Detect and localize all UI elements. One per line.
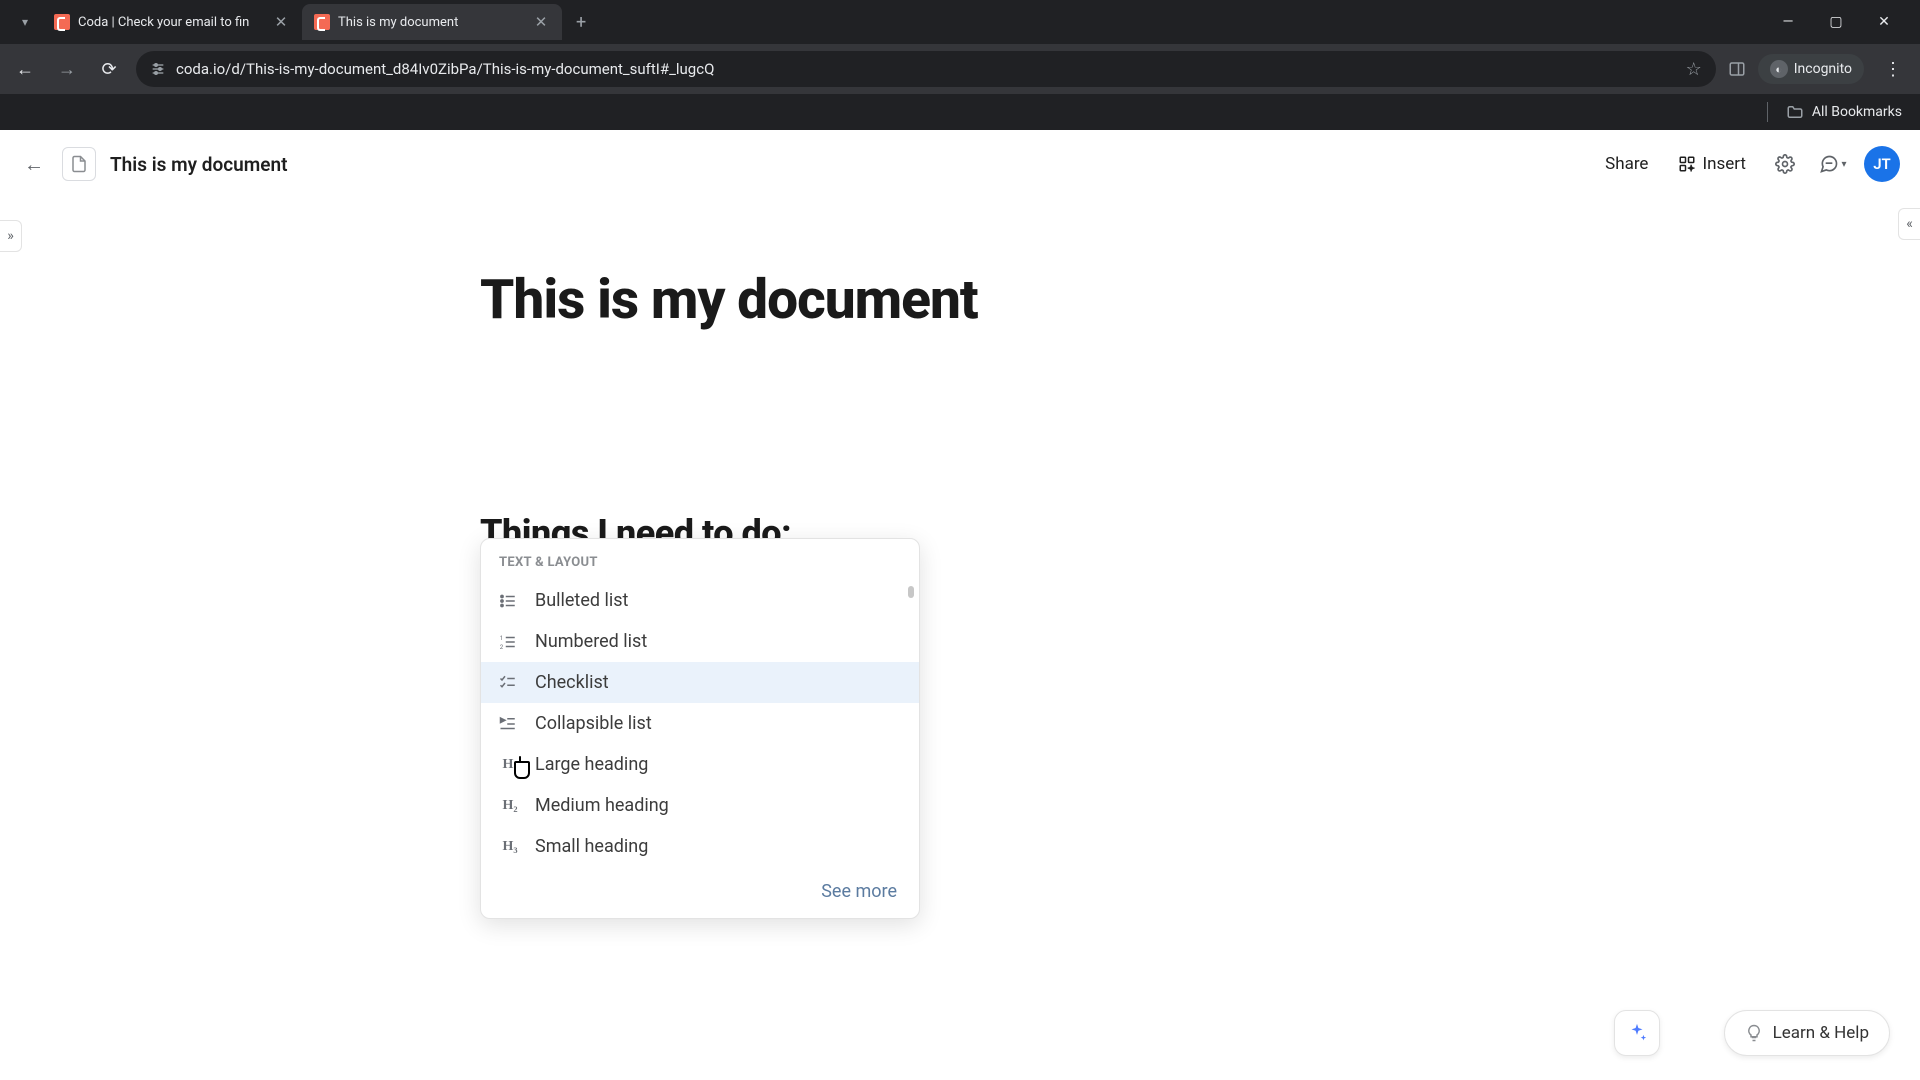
folder-icon bbox=[1786, 103, 1804, 121]
browser-menu-button[interactable]: ⋮ bbox=[1876, 59, 1910, 80]
all-bookmarks-link[interactable]: All Bookmarks bbox=[1812, 104, 1902, 120]
svg-text:1: 1 bbox=[500, 634, 503, 641]
svg-text:2: 2 bbox=[500, 643, 504, 650]
expand-sidebar-right-button[interactable]: « bbox=[1898, 208, 1920, 240]
close-window-button[interactable]: ✕ bbox=[1872, 14, 1896, 30]
menu-item-checklist[interactable]: Checklist bbox=[481, 662, 919, 703]
settings-button[interactable] bbox=[1768, 147, 1802, 181]
url-bar[interactable]: coda.io/d/This-is-my-document_d84Iv0ZibP… bbox=[136, 51, 1716, 87]
chevron-down-icon: ▾ bbox=[1841, 159, 1846, 170]
page-title[interactable]: This is my document bbox=[480, 268, 1440, 332]
menu-item-label: Collapsible list bbox=[535, 713, 652, 734]
document-title[interactable]: This is my document bbox=[110, 153, 288, 176]
site-settings-icon[interactable] bbox=[150, 61, 166, 77]
bulleted-list-icon bbox=[499, 592, 521, 610]
lightbulb-icon bbox=[1745, 1024, 1763, 1042]
side-panel-icon[interactable] bbox=[1728, 60, 1746, 78]
h3-icon: H₃ bbox=[499, 839, 521, 855]
bookmarks-bar: All Bookmarks bbox=[0, 94, 1920, 130]
incognito-badge[interactable]: ◐ Incognito bbox=[1758, 54, 1864, 84]
reload-button[interactable]: ⟳ bbox=[94, 54, 124, 84]
browser-tab[interactable]: Coda | Check your email to fin ✕ bbox=[42, 4, 302, 40]
nav-bar: ← → ⟳ coda.io/d/This-is-my-document_d84I… bbox=[0, 44, 1920, 94]
see-more-link[interactable]: See more bbox=[481, 867, 919, 918]
scrollbar-thumb[interactable] bbox=[908, 586, 914, 598]
insert-button[interactable]: Insert bbox=[1670, 148, 1754, 180]
menu-item-collapsible-list[interactable]: Collapsible list bbox=[481, 703, 919, 744]
h1-icon: H₁ bbox=[499, 757, 521, 773]
ai-assist-button[interactable] bbox=[1614, 1010, 1660, 1056]
tab-title: This is my document bbox=[338, 15, 524, 30]
coda-favicon-icon bbox=[314, 14, 330, 30]
incognito-icon: ◐ bbox=[1770, 60, 1788, 78]
avatar[interactable]: JT bbox=[1864, 146, 1900, 182]
forward-button[interactable]: → bbox=[52, 54, 82, 84]
app-header: ← This is my document Share Insert ▾ JT bbox=[0, 130, 1920, 198]
insert-grid-icon bbox=[1678, 155, 1696, 173]
menu-item-large-heading[interactable]: H₁ Large heading bbox=[481, 744, 919, 785]
back-button[interactable]: ← bbox=[10, 54, 40, 84]
menu-item-label: Bulleted list bbox=[535, 590, 628, 611]
divider bbox=[1767, 102, 1768, 122]
coda-favicon-icon bbox=[54, 14, 70, 30]
browser-chrome: ▾ Coda | Check your email to fin ✕ This … bbox=[0, 0, 1920, 130]
help-label: Learn & Help bbox=[1773, 1023, 1869, 1043]
tab-bar: ▾ Coda | Check your email to fin ✕ This … bbox=[0, 0, 1920, 44]
page-content: This is my document Things I need to do:… bbox=[480, 198, 1440, 600]
browser-tab[interactable]: This is my document ✕ bbox=[302, 4, 562, 40]
bookmark-star-icon[interactable]: ☆ bbox=[1686, 59, 1702, 80]
numbered-list-icon: 12 bbox=[499, 633, 521, 651]
incognito-label: Incognito bbox=[1794, 61, 1852, 77]
minimize-button[interactable]: — bbox=[1776, 14, 1800, 30]
tab-search-button[interactable]: ▾ bbox=[8, 15, 42, 29]
h2-icon: H₂ bbox=[499, 798, 521, 814]
menu-item-small-heading[interactable]: H₃ Small heading bbox=[481, 826, 919, 867]
menu-item-label: Large heading bbox=[535, 754, 648, 775]
document-icon[interactable] bbox=[62, 147, 96, 181]
menu-items: Bulleted list 12 Numbered list Checklist bbox=[481, 580, 919, 867]
close-icon[interactable]: ✕ bbox=[272, 13, 290, 31]
app-back-button[interactable]: ← bbox=[20, 150, 48, 178]
chevron-down-icon: ▾ bbox=[22, 15, 28, 29]
new-tab-button[interactable]: + bbox=[562, 12, 600, 33]
checklist-icon bbox=[499, 674, 521, 692]
menu-item-medium-heading[interactable]: H₂ Medium heading bbox=[481, 785, 919, 826]
url-text: coda.io/d/This-is-my-document_d84Iv0ZibP… bbox=[176, 60, 1676, 78]
comments-button[interactable]: ▾ bbox=[1816, 147, 1850, 181]
tab-title: Coda | Check your email to fin bbox=[78, 15, 264, 30]
window-controls: — ▢ ✕ bbox=[1776, 14, 1912, 30]
learn-help-button[interactable]: Learn & Help bbox=[1724, 1010, 1890, 1056]
expand-sidebar-left-button[interactable]: » bbox=[0, 220, 22, 252]
menu-item-label: Medium heading bbox=[535, 795, 669, 816]
slash-command-menu: TEXT & LAYOUT Bulleted list 12 Numbered … bbox=[480, 538, 920, 919]
menu-item-numbered-list[interactable]: 12 Numbered list bbox=[481, 621, 919, 662]
coda-app: ← This is my document Share Insert ▾ JT … bbox=[0, 130, 1920, 1080]
maximize-button[interactable]: ▢ bbox=[1824, 14, 1848, 30]
share-button[interactable]: Share bbox=[1597, 148, 1656, 180]
close-icon[interactable]: ✕ bbox=[532, 13, 550, 31]
menu-item-bulleted-list[interactable]: Bulleted list bbox=[481, 580, 919, 621]
menu-item-label: Checklist bbox=[535, 672, 609, 693]
menu-item-label: Numbered list bbox=[535, 631, 647, 652]
collapsible-list-icon bbox=[499, 715, 521, 733]
menu-item-label: Small heading bbox=[535, 836, 648, 857]
menu-section-label: TEXT & LAYOUT bbox=[481, 549, 919, 580]
